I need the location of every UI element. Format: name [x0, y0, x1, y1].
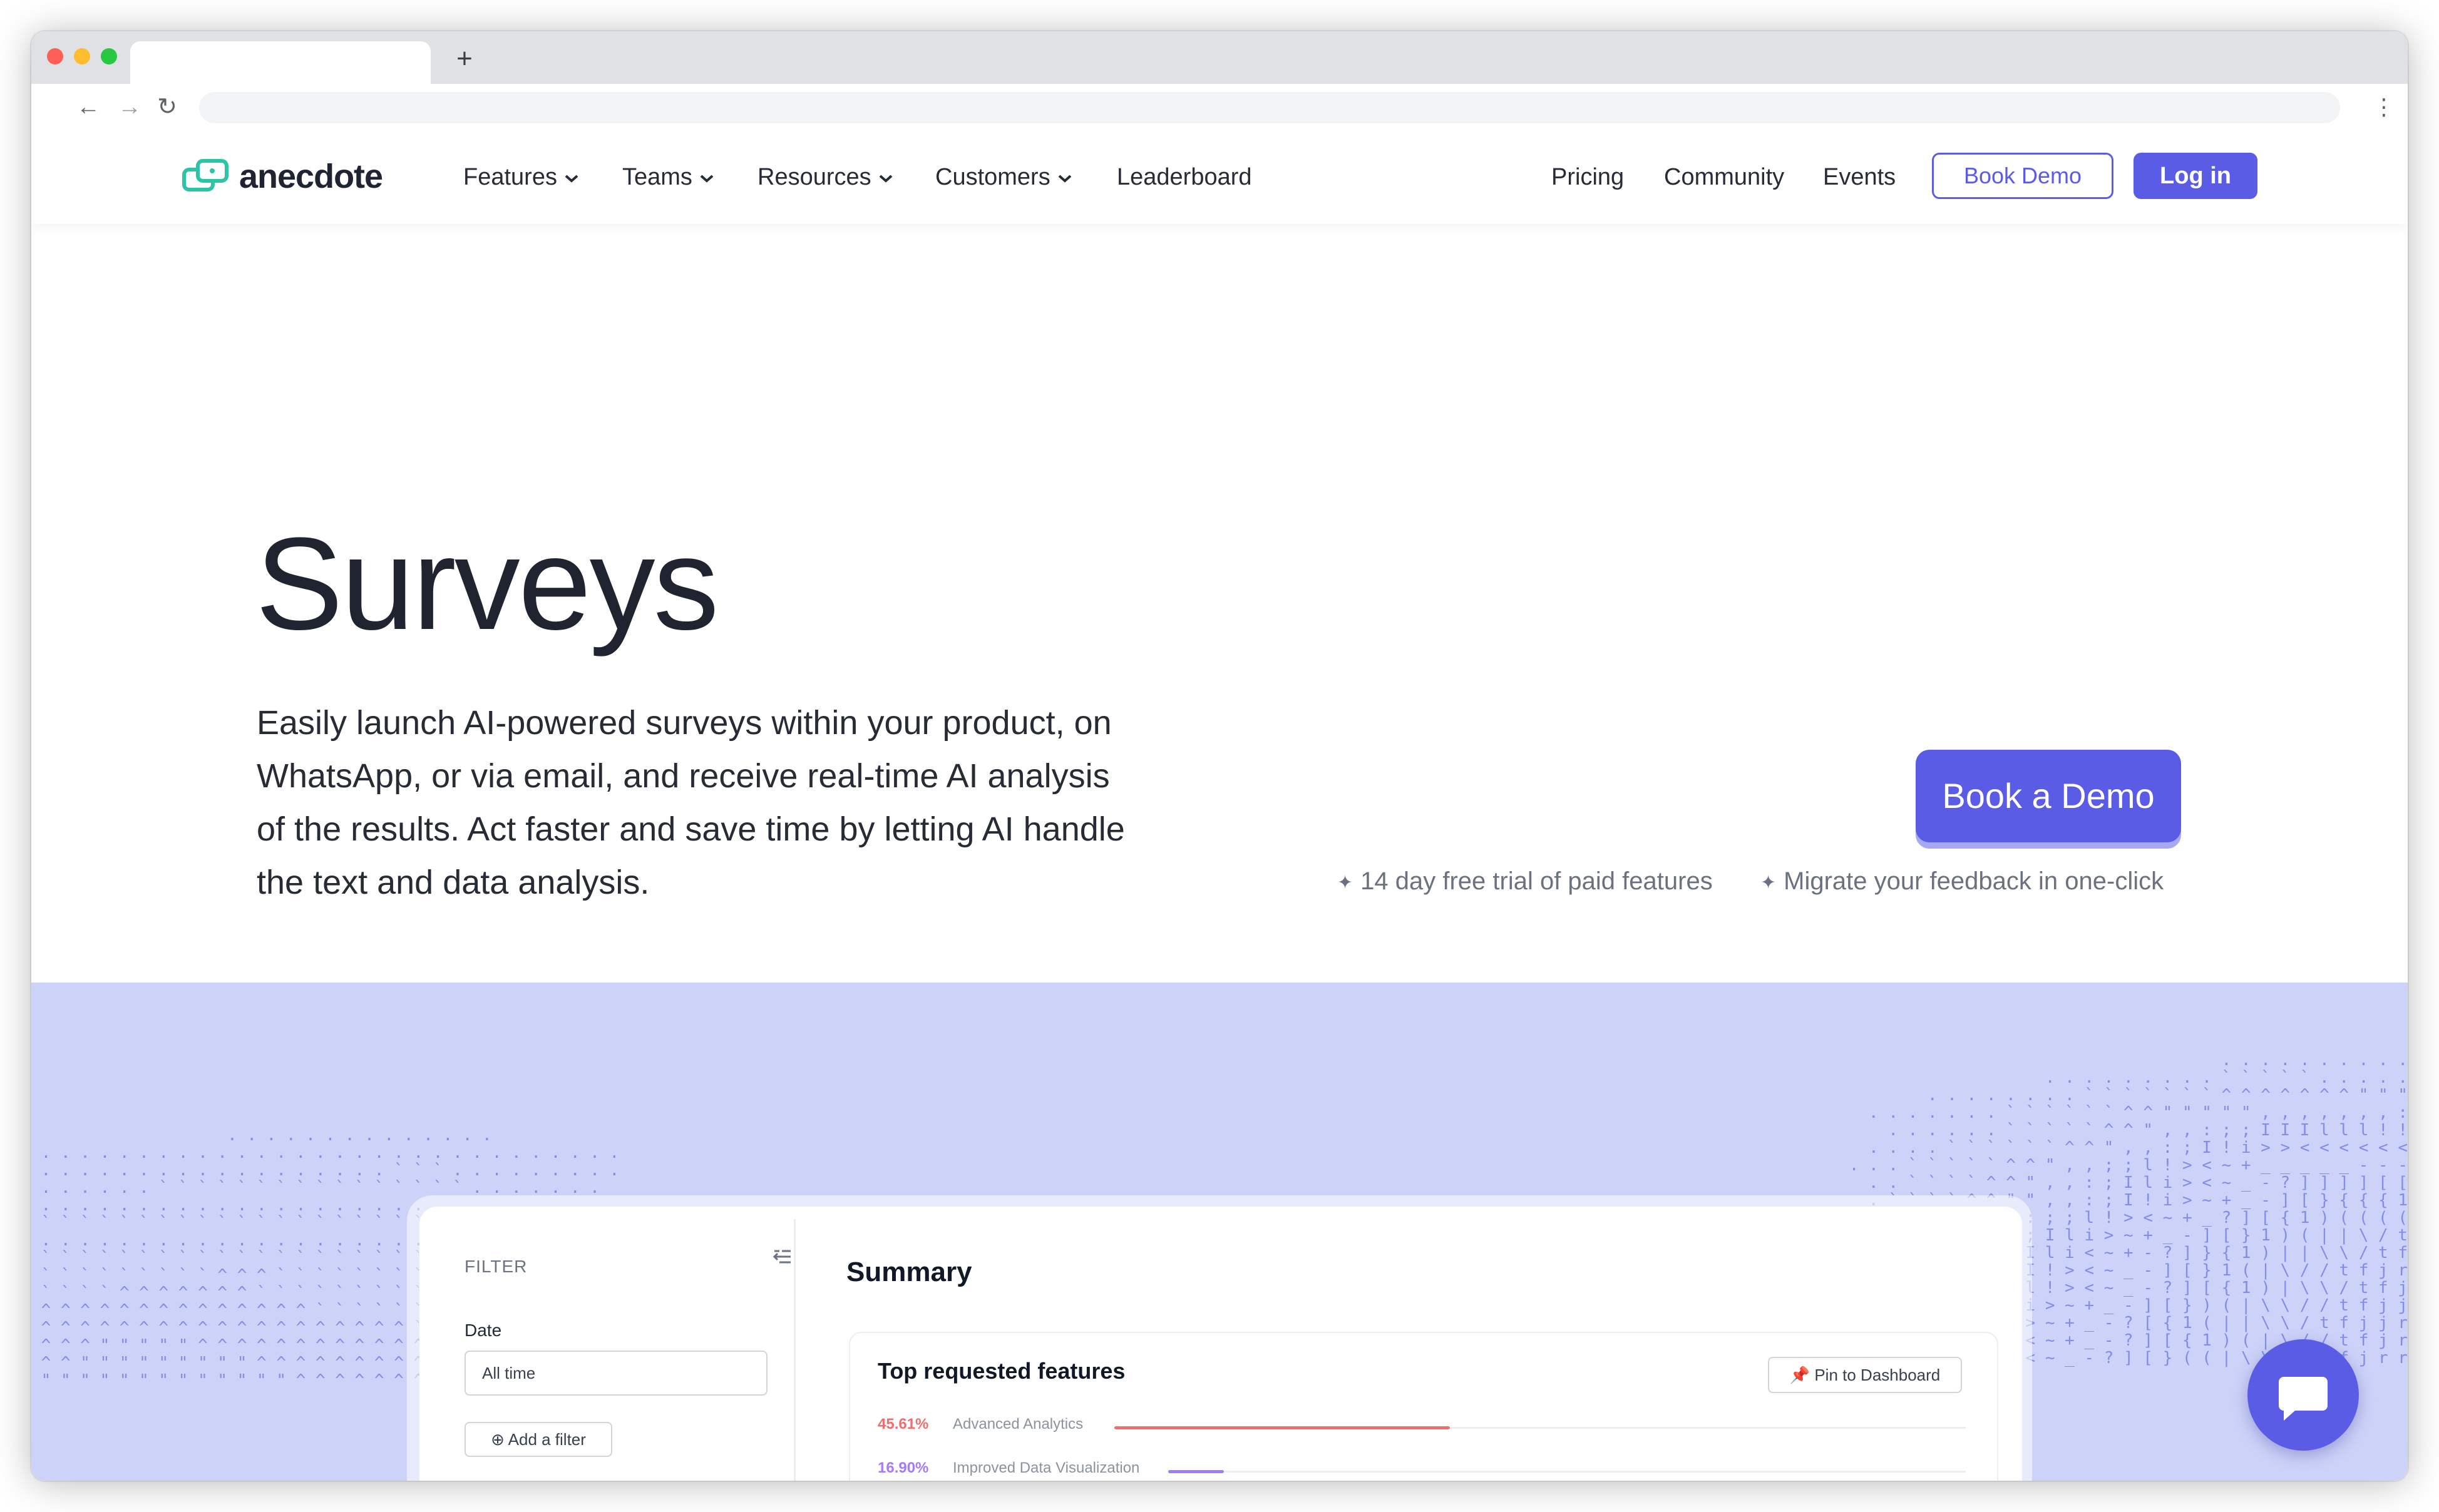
- menu-customers-label: Customers: [935, 164, 1050, 190]
- back-icon[interactable]: ←: [71, 90, 105, 124]
- minimize-window-icon[interactable]: [74, 48, 90, 64]
- forward-icon[interactable]: →: [113, 90, 146, 124]
- chat-icon: [2279, 1377, 2328, 1421]
- chevron-down-icon: [565, 175, 578, 183]
- new-tab-icon[interactable]: +: [447, 41, 482, 76]
- feature-note-trial-text: 14 day free trial of paid features: [1360, 867, 1713, 895]
- feature-row-label: Advanced Analytics: [953, 1416, 1084, 1433]
- add-filter-button[interactable]: ⊕ Add a filter: [465, 1422, 612, 1457]
- anecdote-logo-icon: [182, 159, 228, 192]
- summary-title: Summary: [846, 1257, 972, 1287]
- plus-circle-icon: ⊕: [491, 1430, 508, 1449]
- feature-note-migrate: ✦ Migrate your feedback in one-click: [1760, 867, 2164, 896]
- menu-resources[interactable]: Resources: [757, 159, 894, 195]
- menu-features-label: Features: [463, 164, 557, 190]
- browser-tab[interactable]: [130, 41, 431, 84]
- feature-row-track: [1168, 1471, 1966, 1473]
- nav-community[interactable]: Community: [1664, 159, 1784, 195]
- chat-launcher-button[interactable]: [2247, 1339, 2359, 1451]
- feature-row-pct: 45.61%: [878, 1416, 929, 1433]
- date-select[interactable]: All time: [465, 1351, 768, 1396]
- reload-icon[interactable]: ↻: [150, 90, 184, 124]
- login-button[interactable]: Log in: [2133, 153, 2257, 199]
- feature-note-trial: ✦ 14 day free trial of paid features: [1337, 867, 1713, 896]
- logo[interactable]: anecdote: [182, 151, 383, 202]
- tab-bar: +: [31, 31, 2408, 84]
- chevron-down-icon: [700, 175, 714, 183]
- sparkle-icon: ✦: [1760, 872, 1777, 893]
- panel-divider: [794, 1219, 796, 1481]
- date-label: Date: [465, 1320, 502, 1340]
- browser-window: + ← → ↻ ⋮ anecdote Features Teams Resour…: [31, 31, 2408, 1481]
- site-header: anecdote Features Teams Resources Custom…: [31, 130, 2408, 224]
- filter-label: FILTER: [465, 1257, 528, 1276]
- maximize-window-icon[interactable]: [101, 48, 117, 64]
- add-filter-label: Add a filter: [508, 1430, 586, 1449]
- menu-features[interactable]: Features: [463, 159, 580, 195]
- hero-description: Easily launch AI-powered surveys within …: [257, 704, 1125, 901]
- address-bar[interactable]: [199, 92, 2340, 123]
- menu-resources-label: Resources: [757, 164, 871, 190]
- sparkle-icon: ✦: [1337, 872, 1353, 893]
- collapse-filter-icon[interactable]: [769, 1247, 796, 1274]
- book-a-demo-button[interactable]: Book a Demo: [1916, 750, 2181, 842]
- page-title: Surveys: [255, 510, 719, 657]
- book-demo-button[interactable]: Book Demo: [1932, 153, 2113, 199]
- pin-icon: 📌: [1789, 1366, 1815, 1384]
- feature-row-bar: [1114, 1426, 1450, 1429]
- nav-events[interactable]: Events: [1823, 159, 1896, 195]
- feature-row-pct: 16.90%: [878, 1459, 929, 1476]
- pin-to-dashboard-button[interactable]: 📌 Pin to Dashboard: [1768, 1357, 1962, 1393]
- chevron-down-icon: [1058, 175, 1072, 183]
- menu-collapse-icon: [773, 1250, 791, 1264]
- top-features-card: [849, 1332, 1998, 1481]
- menu-teams[interactable]: Teams: [622, 159, 715, 195]
- close-window-icon[interactable]: [47, 48, 63, 64]
- feature-row-bar: [1168, 1470, 1224, 1473]
- top-features-title: Top requested features: [878, 1358, 1126, 1384]
- browser-toolbar: ← → ↻ ⋮: [31, 84, 2408, 131]
- menu-teams-label: Teams: [622, 164, 692, 190]
- feature-note-migrate-text: Migrate your feedback in one-click: [1784, 867, 2164, 895]
- browser-menu-icon[interactable]: ⋮: [2371, 90, 2396, 124]
- menu-customers[interactable]: Customers: [935, 159, 1073, 195]
- nav-pricing[interactable]: Pricing: [1551, 159, 1624, 195]
- logo-text: anecdote: [239, 158, 383, 195]
- chevron-down-icon: [879, 175, 892, 183]
- menu-leaderboard[interactable]: Leaderboard: [1117, 159, 1252, 195]
- pin-to-dashboard-label: Pin to Dashboard: [1814, 1366, 1941, 1384]
- feature-row-label: Improved Data Visualization: [953, 1459, 1140, 1476]
